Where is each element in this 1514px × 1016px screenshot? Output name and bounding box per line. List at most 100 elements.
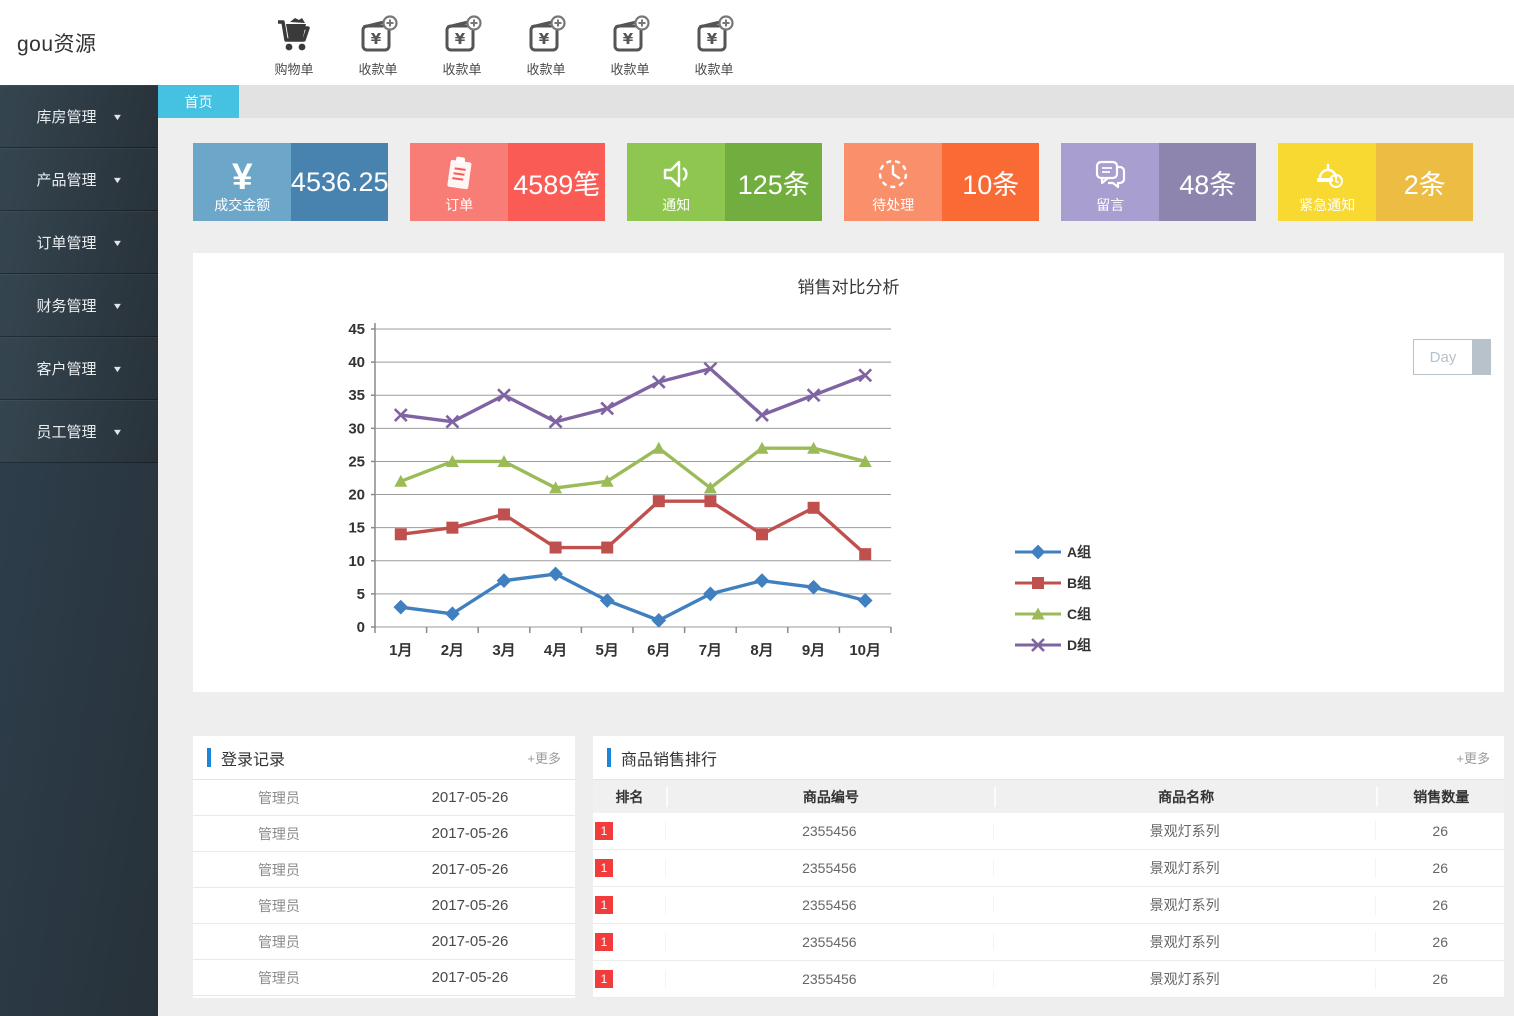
stat-card-3[interactable]: 待处理 10条 (844, 143, 1039, 221)
stat-card-5[interactable]: 紧急通知 2条 (1278, 143, 1473, 221)
login-date: 2017-05-26 (431, 933, 509, 950)
sidebar-item-0[interactable]: 库房管理 ▼ (0, 85, 158, 148)
svg-text:6月: 6月 (647, 642, 670, 659)
sidebar-item-1[interactable]: 产品管理 ▼ (0, 148, 158, 211)
legend-marker-icon (1015, 576, 1061, 589)
legend-marker-icon (1015, 544, 1061, 559)
stat-card-icon-section: 紧急通知 (1278, 143, 1377, 221)
order-icon (439, 154, 479, 199)
nav-item-receipt-4[interactable]: ¥ 收款单 (588, 7, 672, 78)
svg-text:35: 35 (348, 387, 365, 404)
tab-home[interactable]: 首页 (158, 85, 239, 118)
svg-text:10: 10 (348, 553, 365, 570)
product-sales-panel: 商品销售排行 +更多 排名 商品编号 商品名称 销售数量 1 2355456 景观灯系列 2… (593, 736, 1504, 998)
day-range-label: Day (1429, 348, 1457, 366)
stat-card-value: 48条 (1159, 143, 1256, 221)
sidebar-item-label: 订单管理 (36, 235, 97, 252)
svg-text:8月: 8月 (750, 642, 773, 659)
svg-text:25: 25 (348, 453, 365, 470)
login-record-row: 管理员 2017-05-26 (193, 924, 575, 960)
product-name: 景观灯系列 (994, 932, 1377, 952)
login-date: 2017-05-26 (431, 969, 509, 986)
sidebar-item-4[interactable]: 客户管理 ▼ (0, 337, 158, 400)
svg-text:0: 0 (357, 619, 365, 636)
login-date: 2017-05-26 (431, 897, 509, 914)
login-user: 管理员 (257, 933, 300, 950)
stat-card-label: 留言 (1096, 197, 1125, 213)
svg-text:40: 40 (348, 354, 365, 371)
stat-card-0[interactable]: ¥ 成交金额 4536.25 (193, 143, 389, 221)
product-code: 2355456 (666, 934, 994, 950)
login-more-link[interactable]: +更多 (527, 748, 561, 767)
legend-item-B组: B组 (1015, 567, 1091, 598)
sales-rank-cell: 1 (593, 933, 666, 951)
sales-more-link[interactable]: +更多 (1456, 748, 1490, 767)
login-user: 管理员 (257, 861, 300, 878)
stat-card-value: 4536.25 (291, 143, 389, 221)
speaker-icon (656, 154, 696, 199)
sales-row: 1 2355456 景观灯系列 26 (593, 924, 1504, 961)
day-range-button[interactable]: Day (1413, 339, 1491, 375)
stat-card-icon-section: ¥ 成交金额 (193, 143, 292, 221)
product-code: 2355456 (666, 897, 994, 913)
login-record-row: 管理员 2017-05-26 (193, 816, 575, 852)
top-header: gou资源 购物单 ¥ 收款单 ¥ 收款单 ¥ 收款单 ¥ 收款单 ¥ 收款单 (0, 0, 1514, 85)
sales-quantity: 26 (1432, 860, 1448, 876)
clock-icon (873, 154, 913, 199)
nav-item-shopping-list[interactable]: 购物单 (252, 7, 336, 78)
sales-row: 1 2355456 景观灯系列 26 (593, 813, 1504, 850)
chevron-down-icon: ▼ (111, 237, 123, 248)
chevron-down-icon: ▼ (111, 363, 123, 374)
svg-text:¥: ¥ (539, 30, 550, 48)
nav-item-receipt-1[interactable]: ¥ 收款单 (336, 7, 420, 78)
sidebar-item-label: 客户管理 (36, 361, 97, 378)
legend-item-D组: D组 (1015, 629, 1091, 660)
sales-line-chart: 0 5 10 15 20 25 30 35 40 45 1月 2月 3月 4月 5月 6月 7月 8月 9月 10月 (335, 315, 900, 682)
sales-row: 1 2355456 景观灯系列 26 (593, 850, 1504, 887)
sales-quantity: 26 (1432, 897, 1448, 913)
stat-card-value: 125条 (725, 143, 822, 221)
nav-item-receipt-3[interactable]: ¥ 收款单 (504, 7, 588, 78)
svg-text:5: 5 (357, 586, 365, 603)
chevron-down-icon: ▼ (111, 426, 123, 437)
sidebar-item-3[interactable]: 财务管理 ▼ (0, 274, 158, 337)
login-date: 2017-05-26 (431, 825, 509, 842)
app-logo: gou资源 (17, 32, 97, 56)
sidebar-item-label: 财务管理 (36, 298, 97, 315)
day-range-handle-icon (1472, 340, 1490, 374)
stat-card-2[interactable]: 通知 125条 (627, 143, 822, 221)
yen-icon: ¥ (231, 155, 253, 197)
stat-card-label: 待处理 (872, 197, 915, 213)
svg-text:9月: 9月 (802, 642, 825, 659)
legend-marker-icon (1015, 637, 1061, 652)
panel-accent-bar (607, 748, 611, 767)
nav-item-label: 收款单 (526, 62, 566, 77)
sidebar-item-label: 产品管理 (36, 172, 97, 189)
login-record-row: 管理员 2017-05-26 (193, 780, 575, 816)
login-date: 2017-05-26 (431, 789, 509, 806)
sales-col-header: 销售数量 (1376, 786, 1504, 807)
login-panel-title: 登录记录 (221, 751, 286, 769)
panel-accent-bar (207, 748, 211, 767)
stat-card-label: 通知 (662, 197, 691, 213)
sidebar-item-2[interactable]: 订单管理 ▼ (0, 211, 158, 274)
sales-row: 1 2355456 景观灯系列 26 (593, 887, 1504, 924)
chevron-down-icon: ▼ (111, 300, 123, 311)
sales-rank-cell: 1 (593, 822, 666, 840)
stat-card-value: 4589笔 (508, 143, 605, 221)
svg-text:¥: ¥ (623, 30, 634, 48)
sales-row: 1 2355456 景观灯系列 26 (593, 961, 1504, 998)
sidebar-item-5[interactable]: 员工管理 ▼ (0, 400, 158, 463)
stat-cards: ¥ 成交金额 4536.25 订单 4589笔 通知 125条 待处理 10条 留言 48条 紧急通知… (193, 143, 1504, 221)
nav-item-receipt-5[interactable]: ¥ 收款单 (672, 7, 756, 78)
nav-item-receipt-2[interactable]: ¥ 收款单 (420, 7, 504, 78)
stat-card-value: 10条 (942, 143, 1039, 221)
rank-badge: 1 (595, 933, 613, 951)
stat-card-4[interactable]: 留言 48条 (1061, 143, 1256, 221)
stat-card-label: 成交金额 (214, 197, 271, 213)
rank-badge: 1 (595, 970, 613, 988)
legend-item-A组: A组 (1015, 536, 1091, 567)
stat-card-value: 2条 (1376, 143, 1473, 221)
stat-card-1[interactable]: 订单 4589笔 (410, 143, 605, 221)
login-records-panel: 登录记录 +更多 管理员 2017-05-26 管理员 2017-05-26 管理员 20… (193, 736, 575, 998)
